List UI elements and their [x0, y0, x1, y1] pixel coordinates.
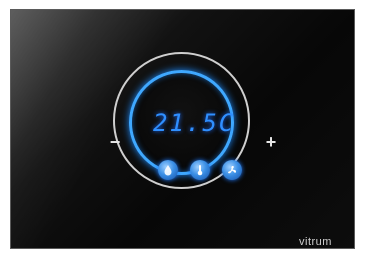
- humidity-mode-button[interactable]: [158, 160, 178, 180]
- vitrum-logo: vitrum: [299, 236, 332, 248]
- fan-mode-button[interactable]: [222, 160, 242, 180]
- temperature-display: 21.5C: [153, 109, 236, 137]
- increase-temperature-button[interactable]: +: [263, 133, 279, 151]
- thermostat-panel: 21.5C − + vitrum: [10, 9, 355, 249]
- thermometer-icon: [197, 165, 203, 176]
- temperature-mode-button[interactable]: [190, 160, 210, 180]
- fan-icon: [228, 166, 236, 174]
- water-drop-icon: [164, 165, 172, 176]
- decrease-temperature-button[interactable]: −: [107, 133, 123, 151]
